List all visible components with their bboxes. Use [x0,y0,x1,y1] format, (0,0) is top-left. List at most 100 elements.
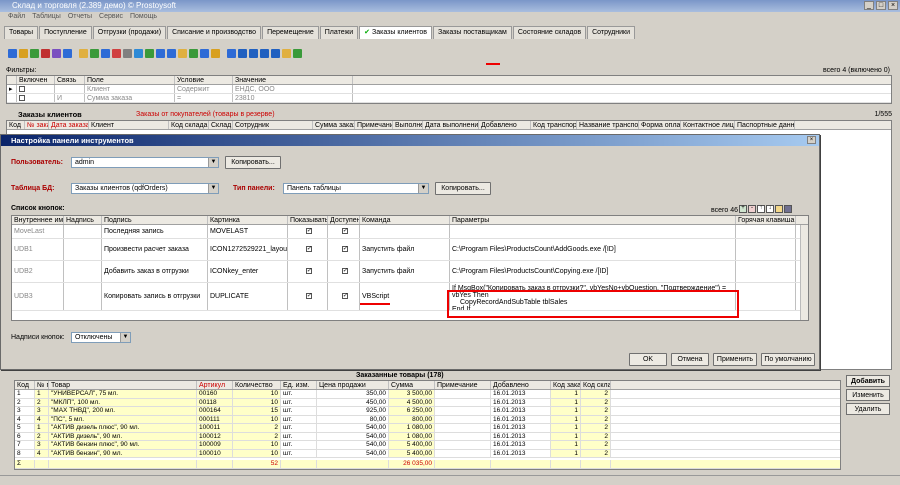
orders-header-cell[interactable]: Название транспортной [577,121,639,129]
goods-cell[interactable]: 5 [15,424,35,432]
image-cell[interactable]: ICONkey_enter [208,261,288,282]
move-up-icon[interactable]: ↑ [757,205,765,213]
funnel-icon[interactable] [90,48,99,58]
save-icon[interactable] [784,205,792,213]
orders-header-cell[interactable]: Дата выполнения [423,121,479,129]
chart-icon[interactable] [189,48,198,58]
goods-cell[interactable]: 1 [551,449,581,457]
goods-cell[interactable]: 2 [581,390,611,398]
orders-header-cell[interactable]: Код склада [169,121,209,129]
goods-cell[interactable]: 1 080,00 [389,432,435,440]
goods-header-cell[interactable]: Ед. изм. [281,381,317,389]
goods-cell[interactable]: шт. [281,441,317,449]
save-icon[interactable] [63,48,72,58]
goods-cell[interactable]: "ПС", 5 мл. [49,415,197,423]
filter-value[interactable]: ЕНДС, ООО [233,85,353,93]
name-cell[interactable]: UDB3 [12,283,64,310]
image-icon[interactable] [271,48,280,58]
enter-icon[interactable] [282,48,291,58]
copy-user-button[interactable]: Копировать... [225,156,281,169]
goods-cell[interactable]: 8 [15,449,35,457]
goods-cell[interactable] [435,424,491,432]
enabled-checkbox[interactable]: ✓ [328,225,360,238]
ok-button[interactable]: OK [629,353,667,366]
menu-file[interactable]: Файл [8,12,25,22]
image-cell[interactable]: DUPLICATE [208,283,288,310]
tab-supplier-orders[interactable]: Заказы поставщикам [433,26,512,39]
filter-row[interactable]: И Сумма заказа = 23810 [7,94,891,103]
image-cell[interactable]: ICON1272529221_layou [208,239,288,260]
goods-cell[interactable]: 4 [15,415,35,423]
goods-cell[interactable]: 16.01.2013 [491,398,551,406]
goods-cell[interactable]: 2 [581,441,611,449]
filter-value[interactable]: 23810 [233,94,353,102]
goods-cell[interactable]: 100009 [197,441,233,449]
tab-payments[interactable]: Платежи [319,26,359,39]
goods-cell[interactable]: 2 [35,398,49,406]
goods-header-cell[interactable]: Товар [49,381,197,389]
defaults-button[interactable]: По умолчанию [761,353,815,366]
goods-row[interactable]: 3 3 "МАХ ТНВД", 200 мл. 000164 15 шт. 925,00 6 … [15,407,840,416]
goods-header-cell[interactable]: Артикул [197,381,233,389]
enabled-checkbox[interactable]: ✓ [328,239,360,260]
hotkey-cell[interactable] [736,283,796,310]
add-icon[interactable]: + [739,205,747,213]
hotkey-cell[interactable] [736,239,796,260]
export-icon[interactable] [134,48,143,58]
goods-header-cell[interactable]: Сумма [389,381,435,389]
goods-cell[interactable]: 10 [233,449,281,457]
goods-cell[interactable]: 925,00 [317,407,389,415]
dialog-close-icon[interactable]: × [807,136,816,144]
goods-cell[interactable]: 16.01.2013 [491,424,551,432]
goods-cell[interactable]: "АКТИВ бензин плюс", 90 мл. [49,441,197,449]
tab-shipments[interactable]: Отгрузки (продажи) [92,26,167,39]
goods-cell[interactable]: 2 [581,424,611,432]
goods-cell[interactable] [435,449,491,457]
edit-icon[interactable] [19,48,28,58]
orders-header-cell[interactable]: Сумма заказа [313,121,355,129]
refresh-icon[interactable] [101,48,110,58]
command-cell[interactable]: Запустить файл [360,239,450,260]
goods-cell[interactable]: 2 [233,424,281,432]
goods-cell[interactable]: 1 [35,424,49,432]
goods-cell[interactable]: "АКТИВ бензин", 90 мл. [49,449,197,457]
filter-field[interactable]: Сумма заказа [85,94,175,102]
enabled-checkbox[interactable]: ✓ [328,261,360,282]
params-cell[interactable]: C:\Program Files\ProductsCount\Copying.e… [450,261,736,282]
goods-cell[interactable]: 1 [551,390,581,398]
goods-cell[interactable] [435,415,491,423]
goods-cell[interactable]: 1 [551,398,581,406]
goods-cell[interactable]: 7 [15,441,35,449]
delete-button[interactable]: Удалить [846,403,890,415]
goods-cell[interactable]: 10 [233,390,281,398]
hotkey-cell[interactable] [736,225,796,238]
menu-help[interactable]: Помощь [130,12,157,22]
command-cell[interactable] [360,225,450,238]
next-record-icon[interactable] [249,48,258,58]
menu-tables[interactable]: Таблицы [32,12,61,22]
filter-condition[interactable]: = [175,94,233,102]
goods-cell[interactable]: 4 [35,449,49,457]
goods-cell[interactable]: 1 [551,415,581,423]
report-icon[interactable] [178,48,187,58]
goods-cell[interactable]: 4 [35,415,49,423]
new-icon[interactable] [8,48,17,58]
menu-service[interactable]: Сервис [99,12,123,22]
last-record-icon[interactable] [260,48,269,58]
goods-row[interactable]: 5 1 "АКТИВ дизель плюс", 90 мл. 100011 2 шт. 5… [15,424,840,433]
goods-cell[interactable]: 2 [15,398,35,406]
orders-header-cell[interactable]: Дата заказа [49,121,89,129]
tab-customer-orders[interactable]: ✔ Заказы клиентов [359,26,433,39]
orders-header-cell[interactable]: Форма оплаты [639,121,681,129]
calc-icon[interactable] [200,48,209,58]
goods-cell[interactable]: 1 [551,424,581,432]
goods-header-cell[interactable]: № пп [35,381,49,389]
filter-link[interactable]: И [55,94,85,102]
goods-cell[interactable]: "АКТИВ дизель", 90 мл. [49,432,197,440]
caption-cell[interactable] [64,225,102,238]
orders-header-cell[interactable]: Сотрудник [233,121,313,129]
goods-header-cell[interactable]: Добавлено [491,381,551,389]
goods-header-cell[interactable]: Цена продажи [317,381,389,389]
goods-cell[interactable]: 5 400,00 [389,449,435,457]
word-icon[interactable] [156,48,165,58]
